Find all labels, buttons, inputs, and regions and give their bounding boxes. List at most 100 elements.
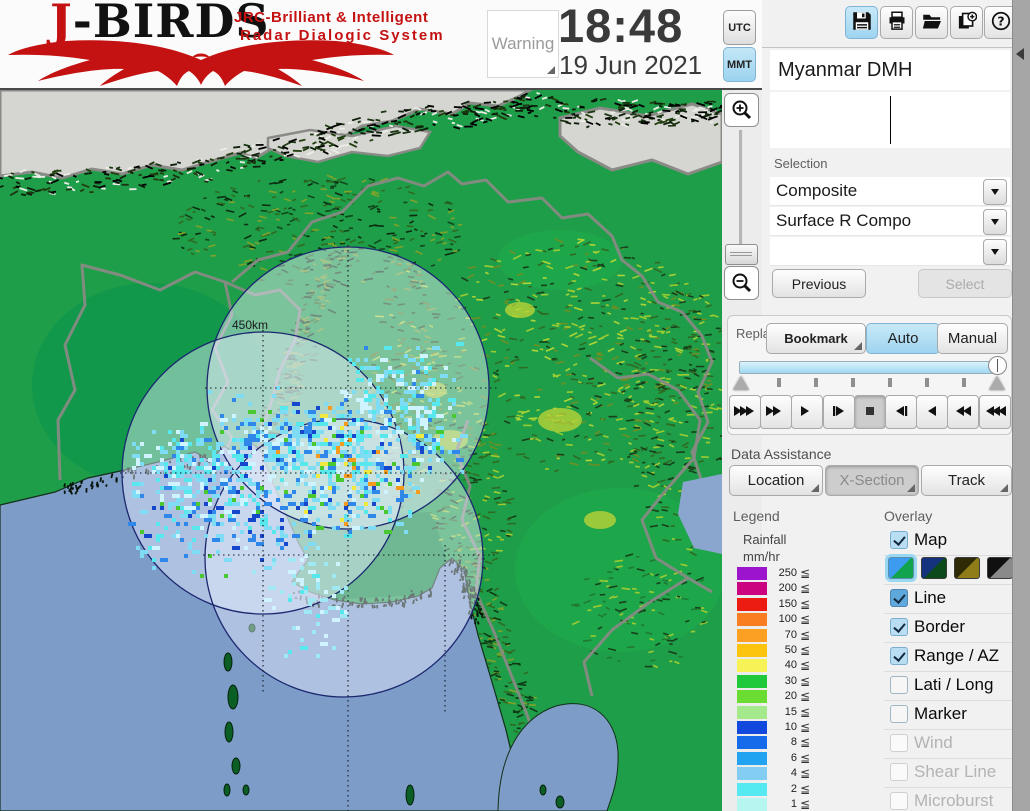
- overlay-item-marker[interactable]: Marker: [884, 703, 1012, 727]
- panel-scroll-strip[interactable]: [1012, 0, 1030, 811]
- toolbar-save-button[interactable]: [845, 6, 878, 39]
- map-style-swatch-1[interactable]: [888, 557, 914, 579]
- overlay-item-range-az[interactable]: Range / AZ: [884, 645, 1012, 669]
- checkbox-unchecked-icon[interactable]: [890, 705, 908, 723]
- overlay-item-label: Marker: [914, 704, 967, 723]
- map-style-swatch-4[interactable]: [987, 557, 1013, 579]
- stop-icon: [859, 404, 881, 420]
- warning-button[interactable]: Warning: [487, 10, 559, 78]
- legend-value: 2: [790, 782, 797, 795]
- playback-fast-forward-button[interactable]: [947, 395, 980, 429]
- playback-fast-forward-triple-button[interactable]: [978, 395, 1011, 429]
- map-style-swatch-2[interactable]: [921, 557, 947, 579]
- track-button[interactable]: Track: [921, 465, 1012, 496]
- slider-start-marker[interactable]: [733, 376, 749, 390]
- collapse-panel-icon[interactable]: [1016, 48, 1024, 60]
- legend-row: 15 ≦: [733, 705, 863, 720]
- location-button[interactable]: Location: [729, 465, 823, 496]
- checkbox-checked-icon[interactable]: [890, 618, 908, 636]
- slider-tick: [888, 378, 892, 387]
- overlay-item-lati-long[interactable]: Lati / Long: [884, 674, 1012, 698]
- playback-fast-rewind-button[interactable]: [760, 395, 793, 429]
- legend-color-swatch: [737, 767, 767, 781]
- replay-slider-handle[interactable]: [988, 356, 1007, 375]
- checkbox-unchecked-icon[interactable]: [890, 792, 908, 810]
- legend-lte-symbol: ≦: [800, 781, 811, 796]
- overlay-separator: [884, 758, 1012, 759]
- overlay-item-wind[interactable]: Wind: [884, 732, 1012, 756]
- slider-end-marker[interactable]: [989, 376, 1005, 390]
- legend-color-swatch: [737, 628, 767, 642]
- slider-tick: [925, 378, 929, 387]
- overlay-separator: [884, 613, 1012, 614]
- overlay-label: Overlay: [884, 508, 933, 524]
- overlay-item-border[interactable]: Border: [884, 616, 1012, 640]
- toolbar-export-button[interactable]: [950, 6, 983, 39]
- range-ring-label: 450km: [232, 318, 268, 332]
- chevron-down-icon[interactable]: [983, 239, 1007, 265]
- mmt-toggle-button[interactable]: MMT: [723, 47, 756, 82]
- checkbox-checked-icon[interactable]: [890, 531, 908, 549]
- save-icon: [852, 11, 872, 34]
- map-style-swatches: [884, 557, 1013, 581]
- bookmark-button[interactable]: Bookmark: [766, 323, 866, 354]
- overlay-separator: [884, 729, 1012, 730]
- playback-step-backward-button[interactable]: [822, 395, 855, 429]
- toolbar-open-button[interactable]: [915, 6, 948, 39]
- legend-lte-symbol: ≦: [800, 643, 811, 657]
- radar-map[interactable]: 450km: [0, 90, 722, 811]
- legend-value: 4: [790, 767, 797, 780]
- checkbox-unchecked-icon[interactable]: [890, 676, 908, 694]
- legend-value: 6: [790, 751, 797, 764]
- x-section-button[interactable]: X-Section: [825, 465, 919, 496]
- toolbar-print-button[interactable]: [880, 6, 913, 39]
- legend-color-swatch: [737, 613, 767, 627]
- auto-button[interactable]: Auto: [866, 323, 940, 354]
- zoom-out-button[interactable]: [724, 266, 759, 300]
- zoom-in-button[interactable]: [724, 93, 759, 127]
- overlay-item-map[interactable]: Map: [884, 529, 1012, 553]
- dropdown-product[interactable]: Surface R Compo: [770, 207, 1010, 236]
- dropdown-composite[interactable]: Composite: [770, 177, 1010, 206]
- playback-play-button[interactable]: [916, 395, 949, 429]
- slider-tick: [962, 378, 966, 387]
- overlay-separator: [884, 642, 1012, 643]
- station-name: Myanmar DMH: [778, 58, 913, 81]
- legend-row: 1 ≦: [733, 797, 863, 811]
- message-box[interactable]: [770, 92, 1010, 148]
- checkbox-unchecked-icon[interactable]: [890, 763, 908, 781]
- fast-forward-triple-icon: [984, 404, 1006, 420]
- replay-slider-track[interactable]: [739, 361, 1003, 374]
- checkbox-unchecked-icon[interactable]: [890, 734, 908, 752]
- dropdown-option[interactable]: [770, 237, 1010, 266]
- eagle-logo-icon: [8, 40, 394, 86]
- manual-button[interactable]: Manual: [937, 323, 1008, 354]
- playback-play-reverse-button[interactable]: [791, 395, 824, 429]
- legend-row: 6 ≦: [733, 751, 863, 766]
- chevron-down-icon[interactable]: [983, 179, 1007, 205]
- legend-color-swatch: [737, 582, 767, 596]
- map-style-swatch-3[interactable]: [954, 557, 980, 579]
- playback-step-forward-button[interactable]: [885, 395, 917, 429]
- legend-lte-symbol: ≦: [800, 750, 811, 765]
- overlay-item-line[interactable]: Line: [884, 587, 1012, 611]
- legend-row: 20 ≦: [733, 689, 863, 704]
- zoom-slider-track[interactable]: [739, 130, 743, 248]
- checkbox-checked-icon[interactable]: [890, 647, 908, 665]
- print-icon: [887, 11, 907, 34]
- legend-lte-symbol: ≦: [800, 797, 811, 811]
- chevron-down-icon[interactable]: [983, 209, 1007, 235]
- zoom-slider-handle[interactable]: [725, 244, 758, 265]
- overlay-item-shear-line[interactable]: Shear Line: [884, 761, 1012, 785]
- utc-toggle-button[interactable]: UTC: [723, 10, 756, 45]
- legend-lte-symbol: ≦: [800, 735, 811, 750]
- overlay-item-microburst[interactable]: Microburst: [884, 790, 1012, 811]
- selection-label: Selection: [774, 156, 828, 171]
- legend-row: 200 ≦: [733, 581, 863, 596]
- select-button[interactable]: Select: [918, 269, 1012, 298]
- checkbox-checked-icon[interactable]: [890, 589, 908, 607]
- playback-fast-rewind-triple-button[interactable]: [729, 395, 761, 429]
- playback-stop-button[interactable]: [853, 395, 886, 429]
- legend-title-2: mm/hr: [743, 549, 780, 564]
- previous-button[interactable]: Previous: [772, 269, 866, 298]
